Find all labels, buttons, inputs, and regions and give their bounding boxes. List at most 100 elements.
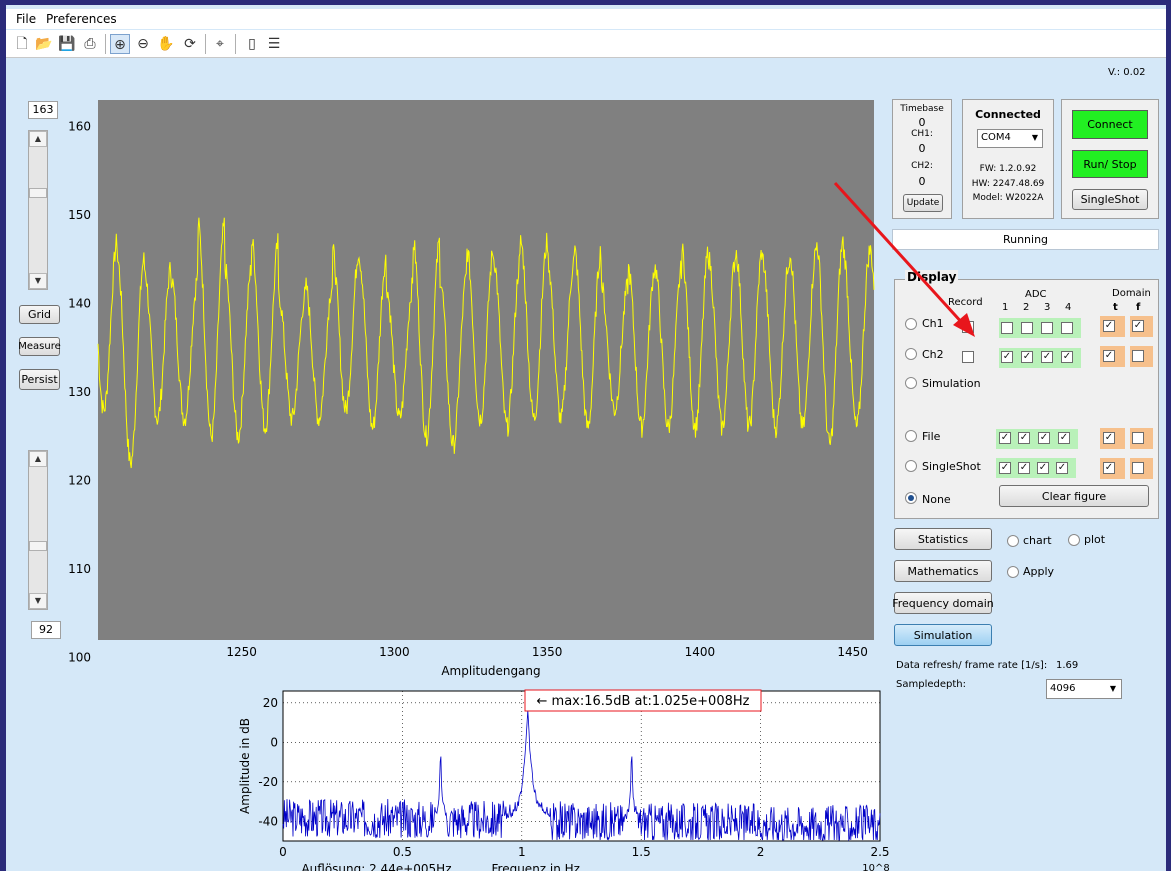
ch1-t-checkbox[interactable]: ✓ xyxy=(1103,320,1115,332)
simulation-button[interactable]: Simulation xyxy=(894,624,992,646)
y-min-scrollbar[interactable]: ▲ ▼ xyxy=(28,450,48,610)
singleshot-t-checkbox[interactable]: ✓ xyxy=(1103,462,1115,474)
y-tick-label: 130 xyxy=(68,385,91,399)
toolbar: 🗋 📂 💾 ⎙ ⊕ ⊖ ✋ ⟳ ⌖ ▯ ☰ xyxy=(6,30,1166,58)
plot-radio[interactable] xyxy=(1068,534,1080,546)
scroll-down-icon[interactable]: ▼ xyxy=(29,593,47,609)
statistics-button[interactable]: Statistics xyxy=(894,528,992,550)
y-tick-label: 150 xyxy=(68,208,91,222)
pan-hand-icon[interactable]: ✋ xyxy=(156,34,176,54)
colorbar-icon[interactable]: ▯ xyxy=(242,34,262,54)
ch2-label: CH2: xyxy=(911,161,933,171)
measure-button[interactable]: Measure xyxy=(18,337,61,356)
domain-header: Domain xyxy=(1112,288,1151,299)
file-adc4-checkbox[interactable]: ✓ xyxy=(1058,432,1070,444)
file-f-checkbox[interactable] xyxy=(1132,432,1144,444)
sampledepth-select[interactable]: 4096 ▼ xyxy=(1046,679,1122,699)
singleshot-f-checkbox[interactable] xyxy=(1132,462,1144,474)
zoom-out-icon[interactable]: ⊖ xyxy=(133,34,153,54)
x-tick-label: 1 xyxy=(518,845,526,859)
refresh-rate-label: Data refresh/ frame rate [1/s]: xyxy=(896,660,1048,671)
singleshot-adc2-checkbox[interactable]: ✓ xyxy=(1018,462,1030,474)
adc-col-2: 2 xyxy=(1023,302,1030,313)
ch1-f-checkbox[interactable]: ✓ xyxy=(1132,320,1144,332)
run-stop-button[interactable]: Run/ Stop xyxy=(1072,150,1148,178)
file-t-checkbox[interactable]: ✓ xyxy=(1103,432,1115,444)
scroll-down-icon[interactable]: ▼ xyxy=(29,273,47,289)
y-max-scrollbar[interactable]: ▲ ▼ xyxy=(28,130,48,290)
ch2-f-checkbox[interactable] xyxy=(1132,350,1144,362)
ch1-adc2-checkbox[interactable] xyxy=(1021,322,1033,334)
application-window: File Preferences 🗋 📂 💾 ⎙ ⊕ ⊖ ✋ ⟳ ⌖ ▯ ☰ V… xyxy=(6,5,1166,871)
max-annotation: ← max:16.5dB at:1.025e+008Hz xyxy=(537,694,750,709)
menu-file[interactable]: File xyxy=(16,12,36,26)
version-label: V.: 0.02 xyxy=(1108,67,1146,78)
singleshot-adc3-checkbox[interactable]: ✓ xyxy=(1037,462,1049,474)
file-adc1-checkbox[interactable]: ✓ xyxy=(999,432,1011,444)
scroll-up-icon[interactable]: ▲ xyxy=(29,131,47,147)
legend-icon[interactable]: ☰ xyxy=(264,34,284,54)
ch2-t-checkbox[interactable]: ✓ xyxy=(1103,350,1115,362)
frequency-domain-button[interactable]: Frequency domain xyxy=(892,592,994,614)
apply-radio[interactable] xyxy=(1007,566,1019,578)
file-adc3-checkbox[interactable]: ✓ xyxy=(1038,432,1050,444)
singleshot-button[interactable]: SingleShot xyxy=(1072,189,1148,210)
scroll-thumb[interactable] xyxy=(29,188,47,198)
simulation-radio[interactable] xyxy=(905,377,917,389)
file-label: File xyxy=(922,430,941,443)
ch2-adc1-checkbox[interactable]: ✓ xyxy=(1001,351,1013,363)
zoom-in-icon[interactable]: ⊕ xyxy=(110,34,130,54)
mathematics-button[interactable]: Mathematics xyxy=(894,560,992,582)
y-tick-label: 120 xyxy=(68,474,91,488)
ch1-adc3-checkbox[interactable] xyxy=(1041,322,1053,334)
file-radio[interactable] xyxy=(905,430,917,442)
adc-col-3: 3 xyxy=(1044,302,1051,313)
connect-button[interactable]: Connect xyxy=(1072,110,1148,139)
ch1-adc4-checkbox[interactable] xyxy=(1061,322,1073,334)
save-icon[interactable]: 💾 xyxy=(57,34,77,54)
print-icon[interactable]: ⎙ xyxy=(80,34,100,54)
arrow-shaft xyxy=(833,181,966,327)
open-folder-icon[interactable]: 📂 xyxy=(34,34,54,54)
simulation-label: Simulation xyxy=(922,377,981,390)
grid-button[interactable]: Grid xyxy=(19,305,60,324)
chart-radio[interactable] xyxy=(1007,535,1019,547)
singleshot-adc1-checkbox[interactable]: ✓ xyxy=(999,462,1011,474)
clear-figure-button[interactable]: Clear figure xyxy=(999,485,1149,507)
menu-bar: File Preferences xyxy=(6,9,1166,29)
x-tick-label: 1300 xyxy=(379,645,410,659)
x-axis-label: Frequenz in Hz xyxy=(492,862,580,871)
x-tick-label: 2 xyxy=(757,845,765,859)
data-cursor-icon[interactable]: ⌖ xyxy=(210,34,230,54)
ch2-adc4-checkbox[interactable]: ✓ xyxy=(1061,351,1073,363)
timebase-value: 0 xyxy=(918,116,926,129)
ch1-adc1-checkbox[interactable] xyxy=(1001,322,1013,334)
none-label: None xyxy=(922,493,951,506)
y-max-input[interactable]: 163 xyxy=(28,101,58,119)
persist-button[interactable]: Persist xyxy=(19,369,60,390)
plot-label: plot xyxy=(1084,533,1106,546)
ch2-radio[interactable] xyxy=(905,348,917,360)
rotate-3d-icon[interactable]: ⟳ xyxy=(180,34,200,54)
fw-label: FW: 1.2.0.92 xyxy=(979,164,1037,174)
file-adc2-checkbox[interactable]: ✓ xyxy=(1018,432,1030,444)
singleshot-radio[interactable] xyxy=(905,460,917,472)
scroll-up-icon[interactable]: ▲ xyxy=(29,451,47,467)
none-radio[interactable] xyxy=(905,492,917,504)
sampledepth-label: Sampledepth: xyxy=(896,679,966,690)
ch2-adc3-checkbox[interactable]: ✓ xyxy=(1041,351,1053,363)
x-tick-label: 2.5 xyxy=(870,845,889,859)
singleshot-adc4-checkbox[interactable]: ✓ xyxy=(1056,462,1068,474)
port-select[interactable]: COM4 ▼ xyxy=(977,129,1043,148)
x-tick-label: 0.5 xyxy=(393,845,412,859)
ch2-record-checkbox[interactable] xyxy=(962,351,974,363)
scroll-thumb[interactable] xyxy=(29,541,47,551)
resolution-label: Auflösung: 2.44e+005Hz xyxy=(301,862,451,871)
menu-preferences[interactable]: Preferences xyxy=(46,12,117,26)
ch2-adc2-checkbox[interactable]: ✓ xyxy=(1021,351,1033,363)
sampledepth-value: 4096 xyxy=(1050,683,1076,694)
new-file-icon[interactable]: 🗋 xyxy=(12,34,32,54)
y-tick-label: 100 xyxy=(68,651,91,665)
x-tick-label: 1.5 xyxy=(632,845,651,859)
timebase-title: Timebase xyxy=(900,104,944,114)
